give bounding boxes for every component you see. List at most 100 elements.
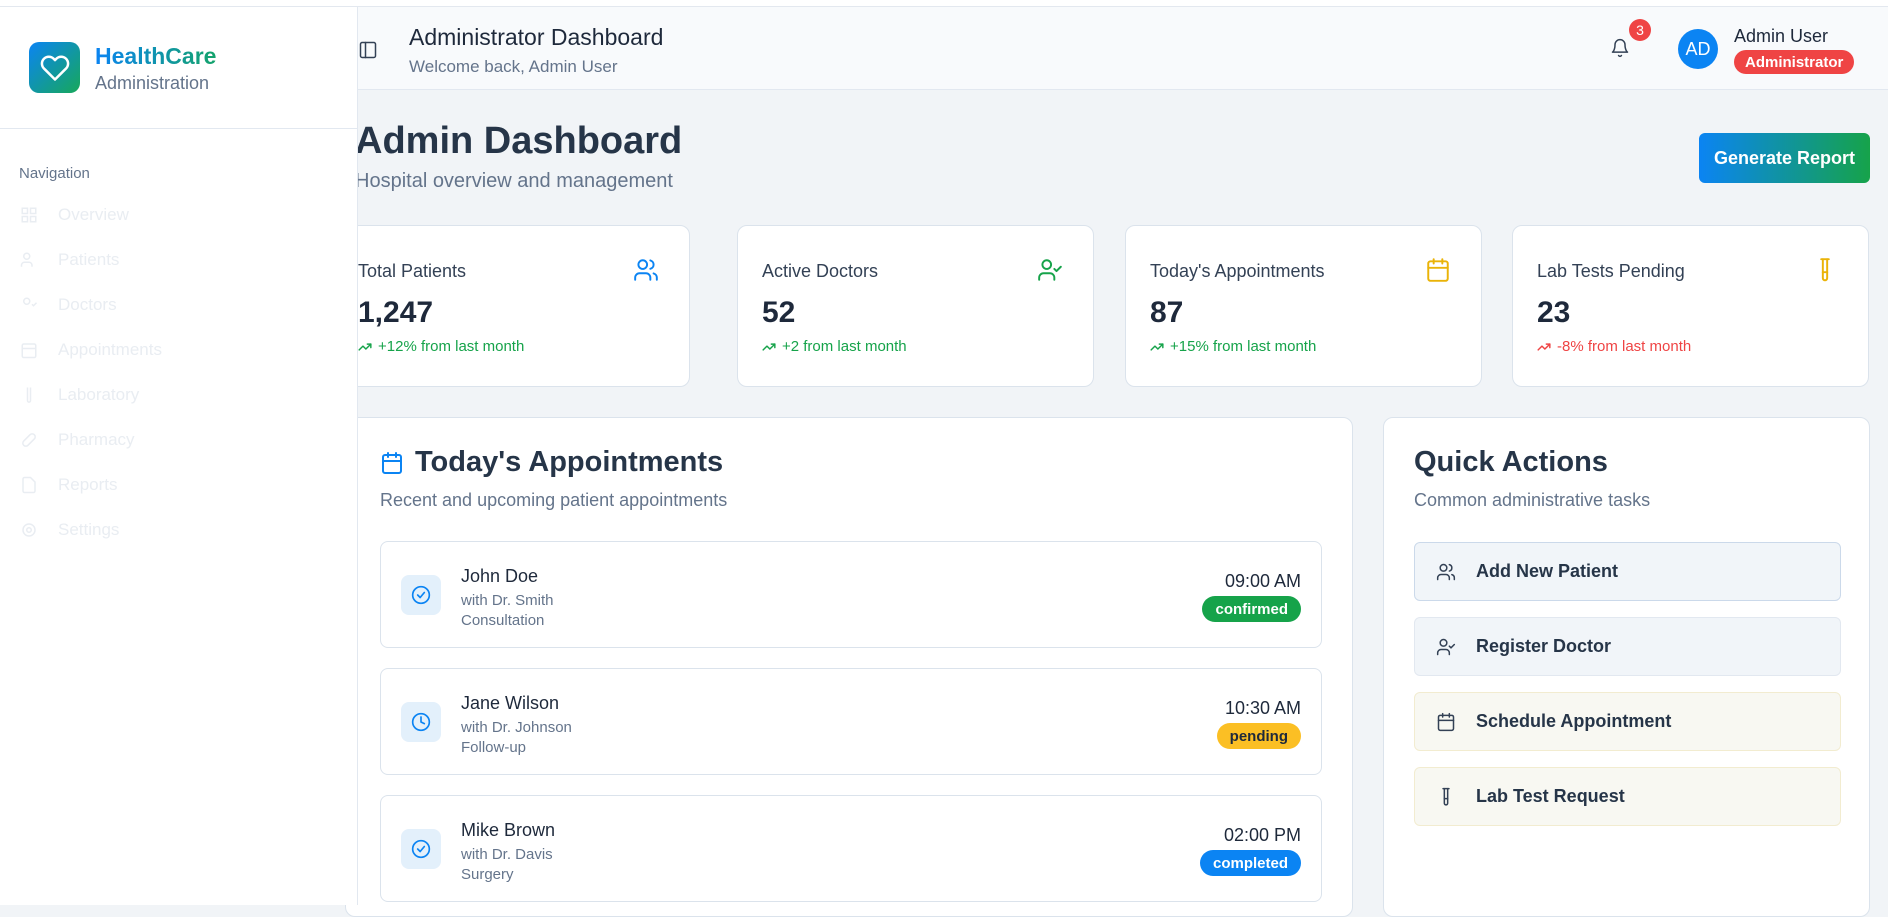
- sidebar-item-pharmacy[interactable]: Pharmacy: [19, 417, 357, 462]
- check-circle-icon: [401, 829, 441, 869]
- brand-name: HealthCare: [95, 42, 217, 69]
- quick-action-label: Register Doctor: [1476, 636, 1612, 656]
- appointment-time: 02:00 PM: [1223, 825, 1301, 845]
- sidebar-item-label: Reports: [58, 474, 118, 494]
- stat-label: Today's Appointments: [1150, 261, 1325, 281]
- heart-logo-icon: [29, 42, 80, 93]
- lab-test-request-button[interactable]: Lab Test Request: [1414, 767, 1841, 826]
- sidebar-item-patients[interactable]: Patients: [19, 237, 357, 282]
- top-header: Administrator Dashboard Welcome back, Ad…: [320, 7, 1888, 90]
- quick-action-label: Schedule Appointment: [1476, 711, 1672, 731]
- sidebar-item-doctors[interactable]: Doctors: [19, 282, 357, 327]
- check-circle-icon: [401, 575, 441, 615]
- sidebar-toggle-icon[interactable]: [358, 40, 378, 65]
- sidebar-item-reports[interactable]: Reports: [19, 462, 357, 507]
- page-title: Admin Dashboard: [355, 120, 683, 162]
- file-icon: [19, 475, 39, 495]
- generate-report-button[interactable]: Generate Report: [1699, 133, 1870, 183]
- stat-trend-text: +2 from last month: [782, 338, 907, 355]
- users-icon: [1435, 562, 1457, 582]
- trending-up-icon: [1537, 342, 1551, 351]
- stat-value: 52: [762, 296, 796, 329]
- pill-icon: [19, 430, 39, 450]
- test-tube-icon: [19, 385, 39, 405]
- sidebar-item-label: Overview: [58, 204, 129, 224]
- stat-label: Total Patients: [358, 261, 467, 281]
- sidebar-item-appointments[interactable]: Appointments: [19, 327, 357, 372]
- calendar-icon: [380, 451, 404, 480]
- quick-action-label: Lab Test Request: [1476, 786, 1625, 806]
- nav-section-title: Navigation: [19, 165, 90, 182]
- stat-card-lab-tests-pending: Lab Tests Pending 23 -8% from last month: [1512, 225, 1869, 387]
- stat-trend: +12% from last month: [358, 338, 524, 355]
- stat-value: 1,247: [358, 296, 434, 329]
- sidebar-item-label: Patients: [58, 249, 120, 269]
- status-badge: pending: [1216, 723, 1301, 749]
- page-subtitle: Hospital overview and management: [355, 170, 673, 192]
- stat-trend: +2 from last month: [762, 338, 907, 355]
- stat-trend-text: -8% from last month: [1557, 338, 1692, 355]
- appointment-type: Consultation: [461, 612, 545, 629]
- appointment-patient-name: Jane Wilson: [461, 693, 560, 713]
- header-title: Administrator Dashboard: [409, 24, 664, 50]
- sidebar-item-settings[interactable]: Settings: [19, 507, 357, 552]
- appointment-time: 10:30 AM: [1224, 698, 1301, 718]
- stat-trend-text: +12% from last month: [378, 338, 525, 355]
- appointment-item[interactable]: Mike Brown with Dr. Davis Surgery 02:00 …: [380, 795, 1322, 902]
- appointment-doctor: with Dr. Johnson: [461, 719, 572, 736]
- schedule-appointment-button[interactable]: Schedule Appointment: [1414, 692, 1841, 751]
- trending-up-icon: [762, 342, 776, 351]
- trending-up-icon: [358, 342, 372, 351]
- quick-actions-title: Quick Actions: [1414, 446, 1608, 478]
- users-icon: [19, 250, 39, 270]
- stat-card-todays-appointments: Today's Appointments 87 +15% from last m…: [1125, 225, 1482, 387]
- calendar-icon: [1435, 712, 1457, 732]
- sidebar-item-label: Settings: [58, 519, 120, 539]
- stat-card-total-patients: Total Patients 1,247 +12% from last mont…: [333, 225, 690, 387]
- brand-subtitle: Administration: [95, 72, 210, 93]
- trending-up-icon: [1150, 342, 1164, 351]
- status-badge: confirmed: [1202, 596, 1301, 622]
- appointment-item[interactable]: John Doe with Dr. Smith Consultation 09:…: [380, 541, 1322, 648]
- user-check-icon: [19, 295, 39, 315]
- stat-trend: -8% from last month: [1537, 338, 1691, 355]
- role-badge: Administrator: [1734, 50, 1855, 74]
- stat-trend: +15% from last month: [1150, 338, 1316, 355]
- quick-actions-card: Quick Actions Common administrative task…: [1383, 417, 1870, 917]
- stat-value: 23: [1537, 296, 1571, 329]
- appointments-card-title: Today's Appointments: [415, 446, 724, 478]
- sidebar-item-laboratory[interactable]: Laboratory: [19, 372, 357, 417]
- add-new-patient-button[interactable]: Add New Patient: [1414, 542, 1841, 601]
- quick-actions-subtitle: Common administrative tasks: [1414, 490, 1651, 510]
- appointments-card: Today's Appointments Recent and upcoming…: [345, 417, 1353, 917]
- brand: HealthCare Administration: [0, 7, 357, 129]
- test-tube-icon: [1812, 257, 1838, 288]
- stat-label: Active Doctors: [762, 261, 879, 281]
- stat-card-active-doctors: Active Doctors 52 +2 from last month: [737, 225, 1094, 387]
- sidebar-nav: Overview Patients Doctors Appointments L…: [0, 192, 357, 552]
- register-doctor-button[interactable]: Register Doctor: [1414, 617, 1841, 676]
- appointment-doctor: with Dr. Smith: [461, 592, 554, 609]
- notification-badge: 3: [1629, 19, 1651, 41]
- sidebar-item-label: Laboratory: [58, 384, 140, 404]
- test-tube-icon: [1435, 787, 1457, 807]
- appointment-patient-name: Mike Brown: [461, 820, 556, 840]
- avatar[interactable]: AD: [1678, 29, 1718, 69]
- sidebar-item-label: Pharmacy: [58, 429, 135, 449]
- sidebar: HealthCare Administration Navigation Ove…: [0, 7, 358, 905]
- users-icon: [633, 257, 659, 288]
- appointment-type: Follow-up: [461, 739, 527, 756]
- user-check-icon: [1037, 257, 1063, 288]
- appointment-item[interactable]: Jane Wilson with Dr. Johnson Follow-up 1…: [380, 668, 1322, 775]
- gear-icon: [19, 520, 39, 540]
- appointment-doctor: with Dr. Davis: [461, 846, 553, 863]
- grid-icon: [19, 205, 39, 225]
- sidebar-item-label: Doctors: [58, 294, 117, 314]
- appointment-patient-name: John Doe: [461, 566, 539, 586]
- status-badge: completed: [1199, 850, 1301, 876]
- header-subtitle: Welcome back, Admin User: [409, 57, 618, 76]
- user-name: Admin User: [1734, 26, 1829, 46]
- bell-icon[interactable]: [1610, 38, 1630, 63]
- quick-action-label: Add New Patient: [1476, 561, 1619, 581]
- sidebar-item-overview[interactable]: Overview: [19, 192, 357, 237]
